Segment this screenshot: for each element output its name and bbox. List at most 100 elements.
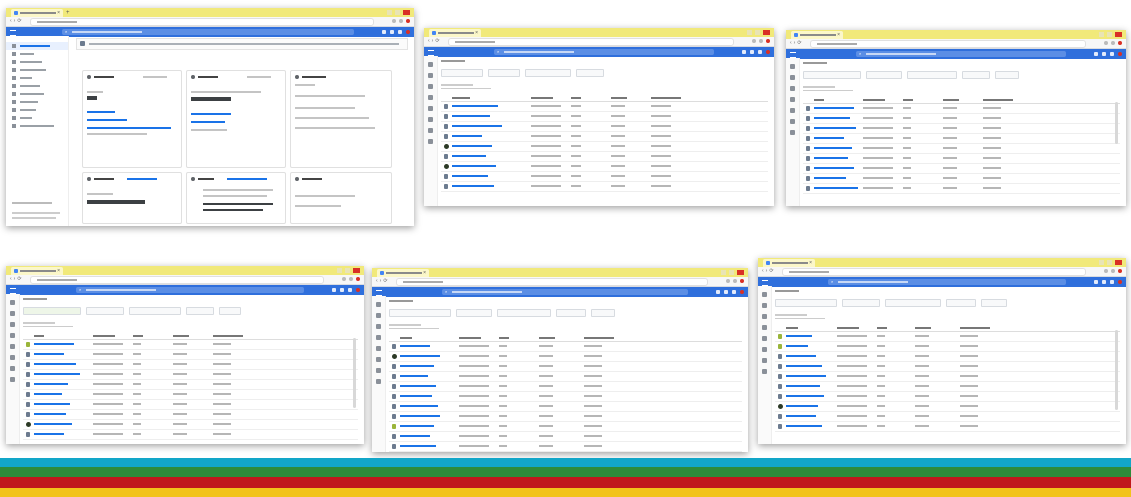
- window-controls[interactable]: [747, 30, 770, 35]
- nav-item[interactable]: [6, 58, 68, 66]
- nav-item[interactable]: [6, 42, 68, 50]
- search-input[interactable]: ⌕: [76, 287, 304, 293]
- search-input[interactable]: ⌕: [494, 49, 714, 55]
- nav-buttons-icon[interactable]: ‹›⟳: [376, 279, 390, 284]
- search-input[interactable]: ⌕: [442, 289, 688, 295]
- nav-item[interactable]: [6, 50, 68, 58]
- table-row[interactable]: [803, 154, 1120, 164]
- table-row[interactable]: [441, 182, 768, 192]
- nav-buttons-icon[interactable]: ‹›⟳: [428, 39, 442, 44]
- table-row[interactable]: [441, 112, 768, 122]
- table-row[interactable]: [775, 342, 1120, 352]
- scrollbar[interactable]: [1115, 330, 1118, 410]
- browser-tab[interactable]: ×: [11, 267, 63, 275]
- table-row[interactable]: [23, 380, 358, 390]
- table-row[interactable]: [23, 420, 358, 430]
- table-row[interactable]: [775, 382, 1120, 392]
- table-row[interactable]: [441, 132, 768, 142]
- nav-item[interactable]: [6, 122, 68, 130]
- url-field[interactable]: [448, 38, 734, 46]
- side-rail[interactable]: [6, 294, 20, 444]
- table-row[interactable]: [441, 122, 768, 132]
- table-row[interactable]: [803, 104, 1120, 114]
- scrollbar[interactable]: [353, 338, 356, 408]
- browser-tab[interactable]: ×: [791, 31, 843, 39]
- table-row[interactable]: [441, 162, 768, 172]
- nav-item[interactable]: [6, 82, 68, 90]
- table-row[interactable]: [23, 350, 358, 360]
- table-row[interactable]: [775, 362, 1120, 372]
- table-row[interactable]: [803, 134, 1120, 144]
- action-toolbar[interactable]: [775, 299, 1120, 307]
- table-row[interactable]: [389, 402, 742, 412]
- table-row[interactable]: [389, 422, 742, 432]
- close-icon[interactable]: ×: [57, 11, 60, 16]
- table-row[interactable]: [389, 382, 742, 392]
- url-field[interactable]: [396, 278, 708, 286]
- table-row[interactable]: [389, 372, 742, 382]
- close-icon[interactable]: ×: [423, 271, 426, 276]
- browser-tab[interactable]: ×: [429, 29, 481, 37]
- table-row[interactable]: [441, 102, 768, 112]
- window-controls[interactable]: [337, 268, 360, 273]
- table-row[interactable]: [775, 412, 1120, 422]
- side-rail[interactable]: [424, 56, 438, 206]
- url-field[interactable]: [810, 40, 1086, 48]
- nav-item[interactable]: [6, 114, 68, 122]
- table-row[interactable]: [803, 174, 1120, 184]
- close-icon[interactable]: ×: [809, 261, 812, 266]
- search-input[interactable]: ⌕: [62, 29, 354, 35]
- header-actions[interactable]: [382, 30, 410, 34]
- close-icon[interactable]: ×: [837, 33, 840, 38]
- filter-input[interactable]: [441, 83, 491, 89]
- table-row[interactable]: [775, 422, 1120, 432]
- table-row[interactable]: [441, 172, 768, 182]
- close-icon[interactable]: ×: [475, 31, 478, 36]
- table-row[interactable]: [389, 392, 742, 402]
- table-row[interactable]: [389, 432, 742, 442]
- table-row[interactable]: [775, 332, 1120, 342]
- search-input[interactable]: ⌕: [828, 279, 1066, 285]
- action-toolbar[interactable]: [803, 71, 1120, 79]
- table-row[interactable]: [23, 360, 358, 370]
- filter-input[interactable]: [803, 85, 853, 91]
- browser-tab[interactable]: ×: [377, 269, 429, 277]
- nav-buttons-icon[interactable]: ‹›⟳: [10, 277, 24, 282]
- action-toolbar[interactable]: [441, 69, 768, 77]
- table-row[interactable]: [441, 152, 768, 162]
- side-rail[interactable]: [758, 286, 772, 444]
- url-field[interactable]: [782, 268, 1086, 276]
- side-rail[interactable]: [372, 296, 386, 452]
- close-icon[interactable]: ×: [57, 269, 60, 274]
- filter-input[interactable]: [775, 313, 825, 319]
- browser-tab[interactable]: ×: [763, 259, 815, 267]
- url-field[interactable]: [30, 18, 374, 26]
- table-row[interactable]: [775, 352, 1120, 362]
- nav-item[interactable]: [6, 90, 68, 98]
- nav-buttons-icon[interactable]: ‹›⟳: [790, 41, 804, 46]
- extension-icons[interactable]: [392, 19, 410, 23]
- table-row[interactable]: [441, 142, 768, 152]
- filter-input[interactable]: [389, 323, 439, 329]
- table-row[interactable]: [23, 410, 358, 420]
- table-row[interactable]: [23, 400, 358, 410]
- action-toolbar[interactable]: [389, 309, 742, 317]
- table-row[interactable]: [775, 402, 1120, 412]
- side-rail[interactable]: [786, 58, 800, 206]
- table-row[interactable]: [803, 114, 1120, 124]
- table-row[interactable]: [775, 372, 1120, 382]
- table-row[interactable]: [775, 392, 1120, 402]
- table-row[interactable]: [803, 164, 1120, 174]
- nav-buttons-icon[interactable]: ‹›⟳: [10, 19, 24, 24]
- filter-input[interactable]: [23, 321, 73, 327]
- table-row[interactable]: [389, 362, 742, 372]
- nav-item[interactable]: [6, 66, 68, 74]
- browser-tab[interactable]: ×: [11, 9, 63, 17]
- nav-buttons-icon[interactable]: ‹›⟳: [762, 269, 776, 274]
- table-row[interactable]: [23, 340, 358, 350]
- nav-item[interactable]: [6, 98, 68, 106]
- table-row[interactable]: [23, 430, 358, 440]
- window-controls[interactable]: [721, 270, 744, 275]
- nav-item[interactable]: [6, 74, 68, 82]
- table-row[interactable]: [389, 342, 742, 352]
